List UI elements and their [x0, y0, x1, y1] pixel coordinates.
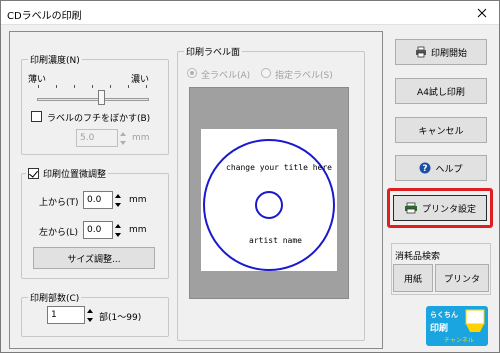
top-offset-stepper[interactable]: [113, 191, 123, 209]
left-offset-label: 左から(L): [39, 228, 79, 238]
copies-value: 1: [51, 310, 57, 320]
print-button-label: 印刷開始: [430, 48, 467, 59]
supplies-paper-button[interactable]: 用紙: [393, 264, 433, 292]
logo-line3: チャンネル: [444, 337, 474, 344]
size-adjust-label: サイズ調整...: [67, 254, 121, 265]
logo-line1: らくちん: [430, 311, 458, 319]
slider-tick: [56, 85, 57, 88]
density-slider-track[interactable]: [37, 98, 149, 101]
supplies-printer-button[interactable]: プリンタ: [435, 264, 489, 292]
test-print-button-label: A4試し印刷: [417, 87, 465, 98]
position-legend: 印刷位置微調整: [26, 167, 109, 180]
supplies-printer-label: プリンタ: [443, 274, 480, 285]
help-button[interactable]: ? ヘルプ: [395, 155, 487, 181]
logo-line2: 印刷: [430, 324, 449, 334]
copies-group: 印刷部数(C): [21, 291, 169, 337]
blur-label: ラベルのフチをぼかす(B): [47, 114, 151, 124]
copies-input[interactable]: 1: [47, 306, 85, 324]
disc-title-text: change your title here: [226, 163, 332, 172]
copies-range: 部(1〜99): [99, 313, 142, 323]
specified-label-radio[interactable]: [261, 68, 271, 78]
slider-tick: [38, 85, 39, 88]
title-bar: CDラベルの印刷: [1, 1, 499, 25]
window-title: CDラベルの印刷: [7, 11, 82, 22]
top-offset-input[interactable]: 0.0: [83, 191, 113, 209]
help-icon: ?: [419, 162, 431, 174]
rakuchin-logo[interactable]: らくちん 印刷 チャンネル: [426, 306, 488, 346]
top-offset-unit: mm: [129, 195, 147, 205]
blur-unit: mm: [132, 133, 150, 143]
left-offset-stepper[interactable]: [113, 221, 123, 239]
slider-tick: [146, 85, 147, 88]
printer-settings-icon: [404, 202, 417, 214]
svg-text:?: ?: [423, 164, 428, 174]
all-labels-label: 全ラベル(A): [201, 71, 251, 81]
left-offset-input[interactable]: 0.0: [83, 221, 113, 239]
cd-disc-preview: [203, 139, 335, 271]
printer-settings-button[interactable]: プリンタ設定: [393, 195, 487, 221]
disc-artist-text: artist name: [249, 236, 302, 245]
size-adjust-button[interactable]: サイズ調整...: [33, 247, 155, 269]
slider-tick: [110, 85, 111, 88]
close-icon: [477, 8, 487, 18]
cancel-button-label: キャンセル: [418, 126, 464, 137]
printer-icon: [415, 46, 426, 58]
density-legend: 印刷濃度(N): [28, 53, 82, 66]
slider-tick: [128, 85, 129, 88]
position-checkbox[interactable]: [28, 168, 39, 179]
blur-stepper[interactable]: [118, 129, 128, 147]
left-offset-unit: mm: [129, 225, 147, 235]
blur-checkbox[interactable]: [31, 111, 42, 122]
density-dark-label: 濃い: [131, 75, 150, 85]
close-button[interactable]: [465, 1, 499, 25]
slider-tick: [74, 85, 75, 88]
supplies-title: 消耗品検索: [395, 252, 441, 262]
test-print-button[interactable]: A4試し印刷: [395, 78, 487, 104]
position-legend-label: 印刷位置微調整: [43, 170, 107, 180]
density-slider-thumb[interactable]: [97, 90, 105, 105]
print-button[interactable]: 印刷開始: [395, 39, 487, 65]
slider-tick: [92, 85, 93, 88]
cancel-button[interactable]: キャンセル: [395, 117, 487, 143]
top-offset-label: 上から(T): [39, 198, 79, 208]
help-button-label: ヘルプ: [435, 164, 463, 175]
dialog-window: CDラベルの印刷 印刷濃度(N) 薄い 濃い ラベルのフチをぼかす(B) 5.0…: [0, 0, 500, 353]
left-offset-value: 0.0: [87, 225, 102, 235]
preview-paper: change your title here artist name: [201, 129, 337, 271]
supplies-paper-label: 用紙: [403, 274, 422, 285]
copies-stepper[interactable]: [85, 306, 95, 324]
density-light-label: 薄い: [28, 75, 47, 85]
blur-value: 5.0: [80, 133, 95, 143]
printer-settings-label: プリンタ設定: [421, 204, 476, 215]
disc-outer-ring: [203, 139, 335, 271]
all-labels-radio[interactable]: [187, 68, 197, 78]
label-side-legend: 印刷ラベル面: [184, 45, 243, 58]
copies-legend: 印刷部数(C): [28, 291, 82, 304]
disc-inner-ring: [255, 191, 283, 219]
top-offset-value: 0.0: [87, 195, 102, 205]
specified-label-label: 指定ラベル(S): [275, 71, 333, 81]
blur-input[interactable]: 5.0: [76, 129, 118, 147]
